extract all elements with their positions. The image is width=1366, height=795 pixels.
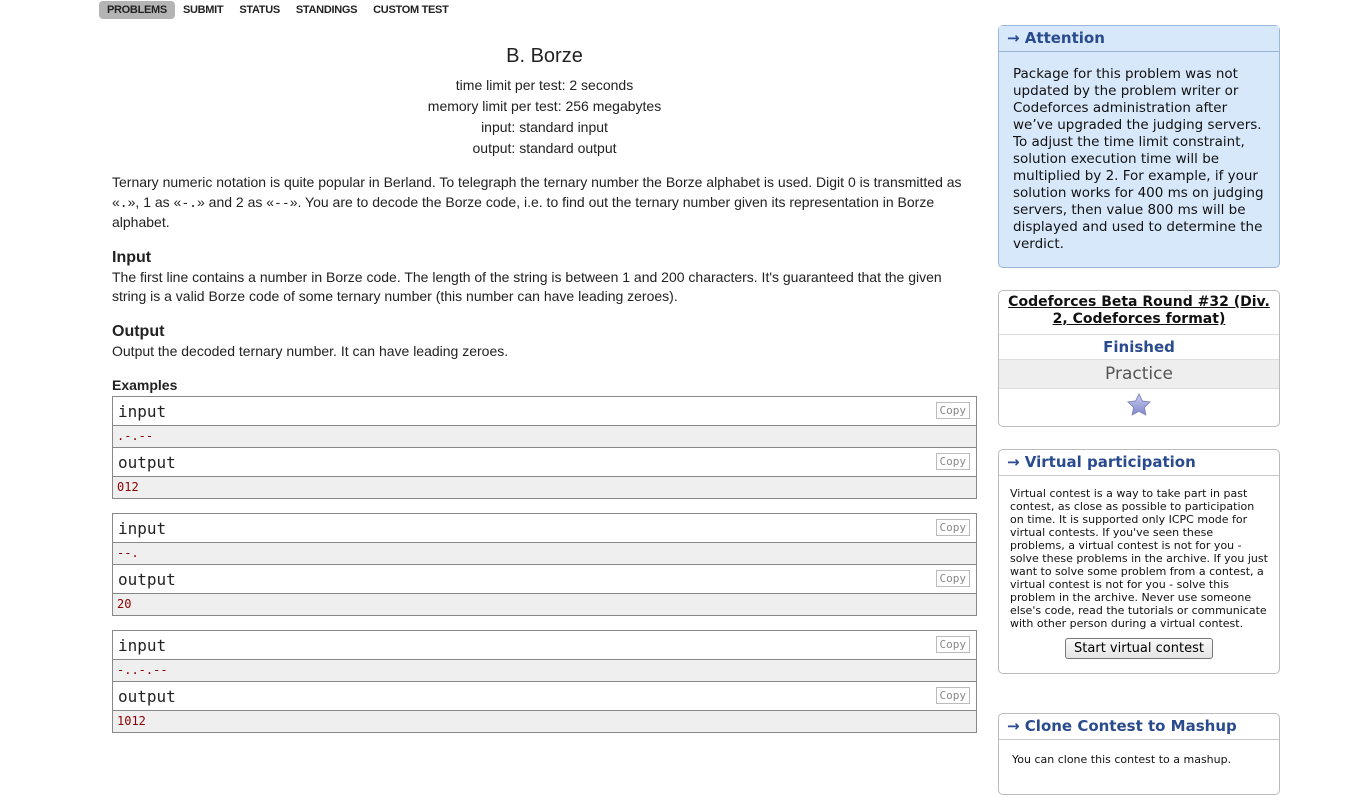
start-virtual-contest-button[interactable]: Start virtual contest	[1065, 638, 1213, 659]
contest-box: Codeforces Beta Round #32 (Div. 2, Codef…	[998, 290, 1280, 427]
tab-status[interactable]: STATUS	[231, 1, 288, 19]
example-output-data: 20	[113, 594, 976, 615]
example-input-header: input Copy	[113, 631, 976, 660]
input-file: input: standard input	[481, 119, 608, 135]
example-input-header: input Copy	[113, 397, 976, 426]
clone-contest-box: → Clone Contest to Mashup You can clone …	[998, 713, 1280, 795]
copy-button[interactable]: Copy	[935, 519, 970, 536]
legend-code: -.	[181, 195, 197, 211]
legend-code: .	[119, 195, 128, 211]
virtual-text: Virtual contest is a way to take part in…	[1010, 487, 1268, 630]
problem-header: B. Borze time limit per test: 2 seconds …	[112, 44, 977, 159]
copy-button[interactable]: Copy	[935, 687, 970, 704]
example-input-label: input	[118, 518, 167, 538]
problem-statement: B. Borze time limit per test: 2 seconds …	[112, 44, 977, 747]
input-section-text: The first line contains a number in Borz…	[112, 268, 942, 305]
output-section-text: Output the decoded ternary number. It ca…	[112, 342, 509, 359]
example-1: input Copy .-.-- output Copy 012	[112, 396, 977, 499]
favourite-star[interactable]	[999, 389, 1279, 426]
copy-button[interactable]: Copy	[935, 453, 970, 470]
example-input-data: -..-.--	[113, 660, 976, 681]
input-section-title: Input	[112, 248, 152, 266]
example-output-label: output	[118, 452, 176, 472]
tab-standings[interactable]: STANDINGS	[288, 1, 365, 19]
examples-title: Examples	[112, 377, 178, 393]
example-input-label: input	[118, 401, 167, 421]
clone-text: You can clone this contest to a mashup.	[1012, 753, 1232, 766]
tab-submit[interactable]: SUBMIT	[175, 1, 231, 19]
virtual-caption: → Virtual participation	[999, 450, 1279, 476]
top-nav: PROBLEMS SUBMIT STATUS STANDINGS CUSTOM …	[99, 0, 457, 19]
example-output-data: 012	[113, 477, 976, 498]
output-file: output: standard output	[472, 140, 617, 156]
tab-problems[interactable]: PROBLEMS	[99, 0, 175, 19]
example-output-header: output Copy	[113, 448, 976, 477]
contest-phase: Finished	[999, 335, 1279, 360]
example-input-header: input Copy	[113, 514, 976, 543]
example-input-data: --.	[113, 543, 976, 564]
legend-text: » and 2 as «	[196, 193, 275, 210]
legend-text: », 1 as «	[127, 193, 182, 210]
example-output-header: output Copy	[113, 682, 976, 711]
example-input-label: input	[118, 635, 167, 655]
output-section-title: Output	[112, 322, 165, 340]
tab-custom-test[interactable]: CUSTOM TEST	[365, 1, 456, 19]
problem-title: B. Borze	[506, 45, 583, 67]
problem-legend: Ternary numeric notation is quite popula…	[112, 173, 977, 233]
example-output-header: output Copy	[113, 565, 976, 594]
copy-button[interactable]: Copy	[935, 570, 970, 587]
example-input-data: .-.--	[113, 426, 976, 447]
contest-name-link[interactable]: Codeforces Beta Round #32 (Div. 2, Codef…	[999, 291, 1279, 335]
attention-text: Package for this problem was not updated…	[1013, 66, 1264, 252]
contest-mode: Practice	[999, 360, 1279, 389]
example-3: input Copy -..-.-- output Copy 1012	[112, 630, 977, 733]
star-icon[interactable]	[1126, 392, 1152, 423]
virtual-participation-box: → Virtual participation Virtual contest …	[998, 449, 1280, 674]
example-2: input Copy --. output Copy 20	[112, 513, 977, 616]
memory-limit: memory limit per test: 256 megabytes	[427, 98, 662, 114]
copy-button[interactable]: Copy	[935, 636, 970, 653]
copy-button[interactable]: Copy	[935, 402, 970, 419]
clone-caption: → Clone Contest to Mashup	[999, 714, 1279, 740]
example-output-label: output	[118, 569, 176, 589]
attention-box: → Attention Package for this problem was…	[998, 25, 1280, 268]
example-output-data: 1012	[113, 711, 976, 732]
attention-caption: → Attention	[999, 26, 1279, 52]
example-output-label: output	[118, 686, 176, 706]
time-limit: time limit per test: 2 seconds	[455, 77, 634, 93]
legend-code: --	[274, 195, 290, 211]
